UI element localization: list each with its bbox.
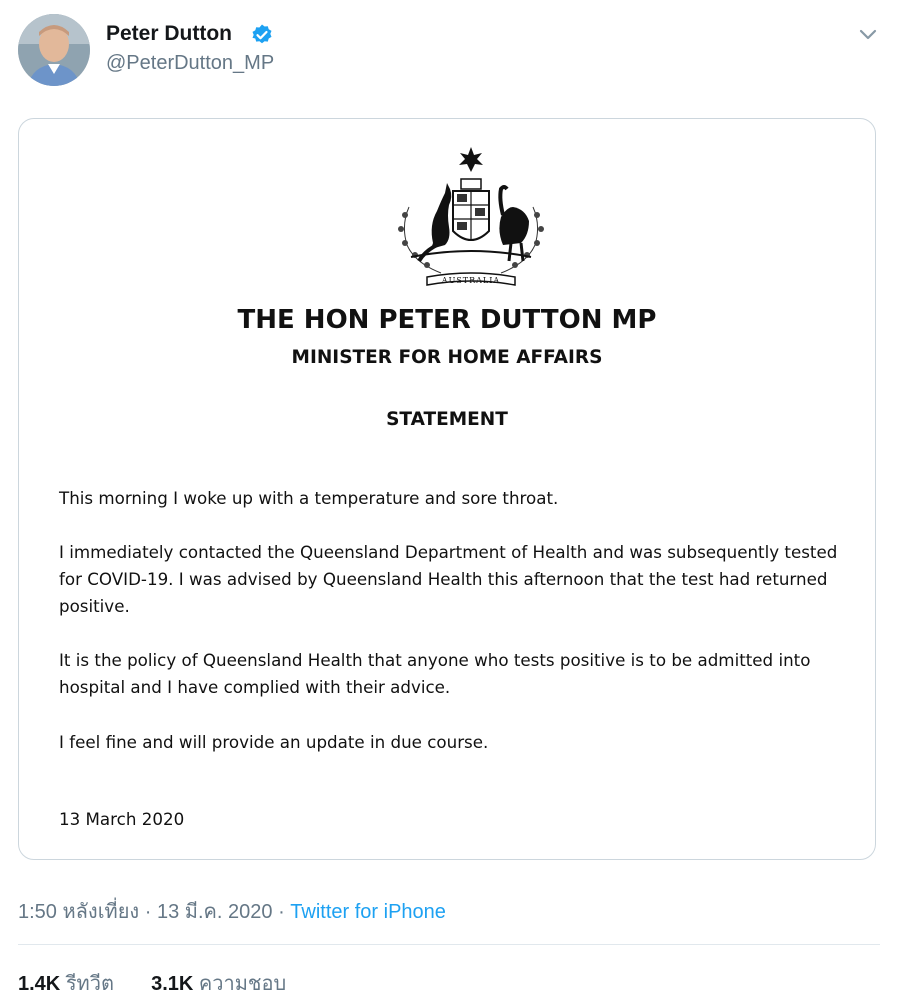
likes-count: 3.1K bbox=[151, 973, 194, 995]
tweet-stats: 1.4K รีทวีต 3.1K ความชอบ bbox=[18, 967, 286, 999]
chevron-down-icon[interactable] bbox=[854, 20, 882, 48]
tweet-header: Peter Dutton @PeterDutton_MP bbox=[0, 0, 900, 100]
avatar[interactable] bbox=[18, 14, 90, 86]
statement-date: 13 March 2020 bbox=[59, 809, 185, 829]
statement-paragraph: I immediately contacted the Queensland D… bbox=[59, 542, 838, 616]
likes-stat[interactable]: 3.1K ความชอบ bbox=[151, 973, 286, 995]
statement-paragraph: It is the policy of Queensland Health th… bbox=[59, 650, 811, 697]
tweet-source-link[interactable]: Twitter for iPhone bbox=[290, 901, 446, 923]
statement-subtitle: MINISTER FOR HOME AFFAIRS bbox=[291, 347, 603, 368]
statement-paragraph: This morning I woke up with a temperatur… bbox=[59, 488, 559, 508]
meta-separator: · bbox=[272, 901, 291, 923]
author-handle[interactable]: @PeterDutton_MP bbox=[106, 52, 274, 75]
coat-of-arms-icon: AUSTRALIA bbox=[398, 147, 544, 286]
statement-heading: STATEMENT bbox=[386, 409, 508, 430]
retweets-count: 1.4K bbox=[18, 973, 61, 995]
tweet-date[interactable]: 13 มี.ค. 2020 bbox=[157, 901, 273, 923]
tweet-meta: 1:50 หลังเที่ยง · 13 มี.ค. 2020 · Twitte… bbox=[18, 895, 446, 927]
avatar-image bbox=[18, 14, 90, 86]
author-display-name[interactable]: Peter Dutton bbox=[106, 22, 232, 46]
likes-label: ความชอบ bbox=[198, 973, 287, 995]
retweets-label: รีทวีต bbox=[65, 973, 114, 995]
retweets-stat[interactable]: 1.4K รีทวีต bbox=[18, 973, 114, 995]
statement-title: THE HON PETER DUTTON MP bbox=[237, 305, 657, 335]
tweet-time[interactable]: 1:50 หลังเที่ยง bbox=[18, 901, 139, 923]
meta-separator: · bbox=[139, 901, 157, 923]
image-attachment[interactable]: AUSTRALIA THE HON PETER DUTTON MP MINIST… bbox=[18, 118, 876, 860]
svg-text:AUSTRALIA: AUSTRALIA bbox=[441, 276, 500, 285]
verified-badge-icon bbox=[252, 24, 272, 44]
statement-paragraph: I feel fine and will provide an update i… bbox=[59, 732, 489, 752]
divider bbox=[18, 944, 880, 945]
